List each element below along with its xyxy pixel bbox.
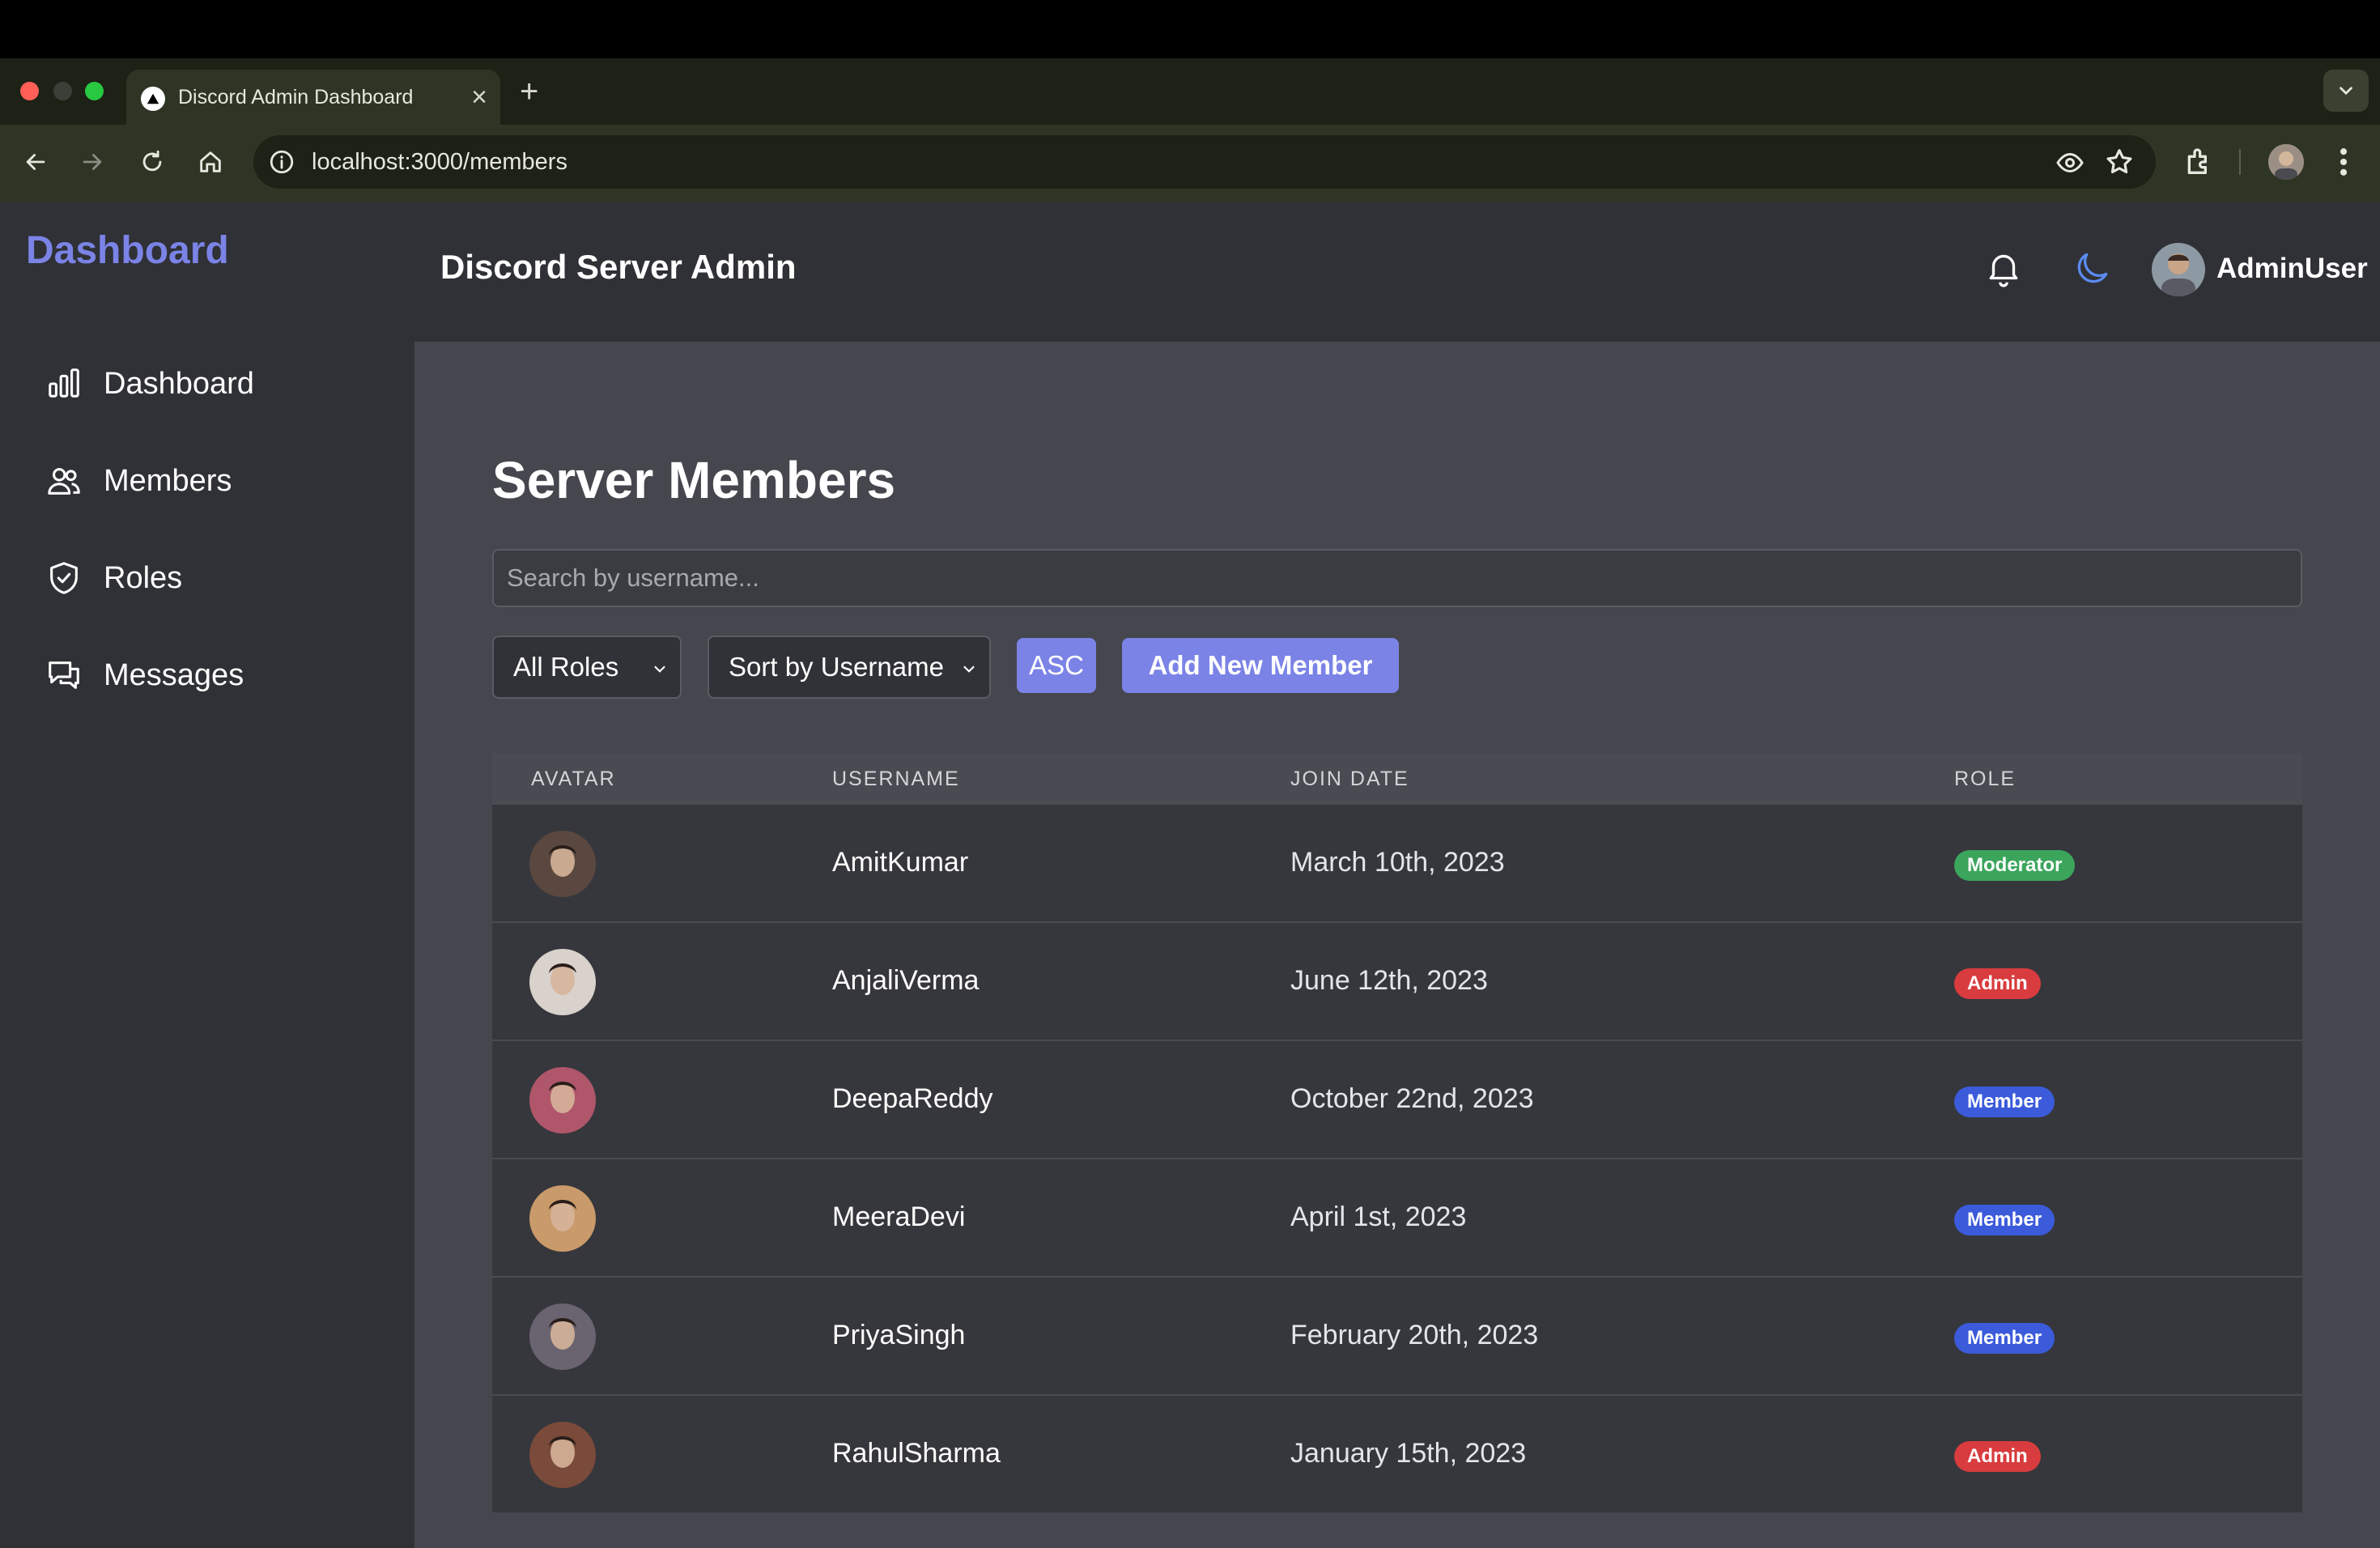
current-username[interactable]: AdminUser	[2216, 253, 2368, 285]
profile-avatar[interactable]	[2268, 144, 2304, 180]
browser-tab[interactable]: Discord Admin Dashboard ×	[126, 70, 500, 125]
member-join-date: October 22nd, 2023	[1290, 1083, 1534, 1114]
sidebar-item-messages[interactable]: Messages	[45, 651, 244, 700]
sidebar-item-label: Dashboard	[104, 366, 254, 401]
reload-button[interactable]	[134, 144, 170, 180]
close-window-button[interactable]	[20, 82, 39, 100]
avatar	[529, 1185, 596, 1252]
members-table: AVATAR USERNAME JOIN DATE ROLE AmitKumar…	[492, 753, 2302, 1548]
sidebar-item-label: Roles	[104, 560, 183, 595]
role-badge: Admin	[1954, 1441, 2041, 1472]
sidebar-item-label: Messages	[104, 657, 244, 692]
moon-icon[interactable]	[2072, 248, 2113, 288]
url-text[interactable]: localhost:3000/members	[312, 149, 567, 176]
users-icon	[48, 468, 80, 495]
avatar	[529, 831, 596, 897]
home-icon	[200, 151, 221, 172]
chat-icon	[49, 661, 79, 689]
role-badge: Moderator	[1954, 850, 2076, 881]
avatar	[529, 1422, 596, 1488]
role-badge: Member	[1954, 1205, 2055, 1235]
chevron-down-icon	[2340, 87, 2352, 96]
avatar[interactable]	[2152, 243, 2205, 296]
search-input[interactable]	[492, 549, 2302, 607]
table-row[interactable]: AnjaliVerma June 12th, 2023 Admin	[492, 921, 2302, 1040]
more-menu-icon[interactable]	[2331, 144, 2356, 180]
table-row[interactable]: MeeraDevi April 1st, 2023 Member	[492, 1158, 2302, 1276]
eye-icon[interactable]	[2055, 148, 2085, 177]
member-username: RahulSharma	[832, 1438, 1001, 1469]
toolbar-separator	[2239, 149, 2241, 175]
add-member-button[interactable]: Add New Member	[1122, 638, 1399, 693]
column-header[interactable]: ROLE	[1954, 768, 2016, 791]
member-join-date: February 20th, 2023	[1290, 1320, 1539, 1350]
address-bar[interactable]: localhost:3000/members	[253, 135, 2156, 189]
arrow-left-icon	[26, 154, 45, 170]
role-badge: Member	[1954, 1323, 2055, 1354]
column-header[interactable]: JOIN DATE	[1290, 768, 1409, 791]
table-row[interactable]: DeepaReddy October 22nd, 2023 Member	[492, 1040, 2302, 1158]
table-row[interactable]: RahulSharma January 15th, 2023 Admin	[492, 1394, 2302, 1512]
table-row[interactable]: PriyaSingh February 20th, 2023 Member	[492, 1276, 2302, 1394]
avatar	[529, 1067, 596, 1133]
app: Dashboard Dashboard Members Roles Messag…	[0, 202, 2380, 1548]
menu-bar	[0, 0, 2380, 58]
sidebar-item-roles[interactable]: Roles	[45, 554, 182, 602]
member-join-date: April 1st, 2023	[1290, 1201, 1467, 1232]
column-header: AVATAR	[531, 768, 616, 790]
avatar	[529, 949, 596, 1015]
sort-order-button[interactable]: ASC	[1017, 638, 1096, 693]
role-filter-select[interactable]: All Roles	[492, 636, 682, 699]
member-username: DeepaReddy	[832, 1083, 993, 1114]
tab-close-icon[interactable]: ×	[471, 81, 487, 113]
member-username: AmitKumar	[832, 847, 969, 878]
role-filter-value: All Roles	[513, 652, 619, 682]
chevron-down-icon	[963, 666, 975, 673]
sidebar-item-dashboard[interactable]: Dashboard	[45, 359, 254, 408]
member-username: PriyaSingh	[832, 1320, 966, 1350]
role-badge: Member	[1954, 1087, 2055, 1117]
info-icon[interactable]	[268, 148, 295, 176]
extensions-icon[interactable]	[2182, 146, 2215, 178]
member-join-date: January 15th, 2023	[1290, 1438, 1527, 1469]
column-header[interactable]: USERNAME	[832, 768, 960, 791]
sidebar-item-label: Members	[104, 463, 232, 498]
chevron-down-icon	[654, 666, 665, 673]
sort-value: Sort by Username	[729, 652, 944, 682]
member-username: AnjaliVerma	[832, 965, 980, 996]
bar-chart-icon	[49, 368, 79, 398]
forward-button[interactable]	[74, 144, 110, 180]
app-title: Discord Server Admin	[440, 248, 797, 286]
vercel-icon	[141, 87, 165, 111]
maximize-window-button[interactable]	[85, 82, 104, 100]
member-join-date: March 10th, 2023	[1290, 847, 1505, 878]
page-title: Server Members	[492, 451, 896, 509]
bell-icon[interactable]	[1983, 248, 2024, 288]
sidebar: Dashboard Dashboard Members Roles Messag…	[0, 202, 414, 1548]
star-icon[interactable]	[2104, 147, 2135, 177]
role-badge: Admin	[1954, 968, 2041, 999]
home-button[interactable]	[193, 144, 228, 180]
sort-select[interactable]: Sort by Username	[708, 636, 991, 699]
tab-search-button[interactable]	[2323, 70, 2369, 112]
tab-title: Discord Admin Dashboard	[178, 86, 414, 108]
table-row[interactable]: AmitKumar March 10th, 2023 Moderator	[492, 803, 2302, 921]
back-button[interactable]	[18, 144, 53, 180]
top-header: Discord Server Admin AdminUser	[414, 202, 2380, 342]
member-username: MeeraDevi	[832, 1201, 966, 1232]
reload-icon	[142, 150, 162, 172]
new-tab-button[interactable]: +	[520, 71, 538, 112]
shield-icon	[50, 562, 78, 594]
minimize-window-button[interactable]	[53, 82, 72, 100]
table-header: AVATAR USERNAME JOIN DATE ROLE	[492, 753, 2302, 803]
arrow-right-icon	[83, 154, 102, 170]
avatar	[529, 1303, 596, 1370]
sidebar-item-members[interactable]: Members	[45, 457, 232, 505]
member-join-date: June 12th, 2023	[1290, 965, 1488, 996]
sidebar-brand[interactable]: Dashboard	[26, 228, 229, 273]
